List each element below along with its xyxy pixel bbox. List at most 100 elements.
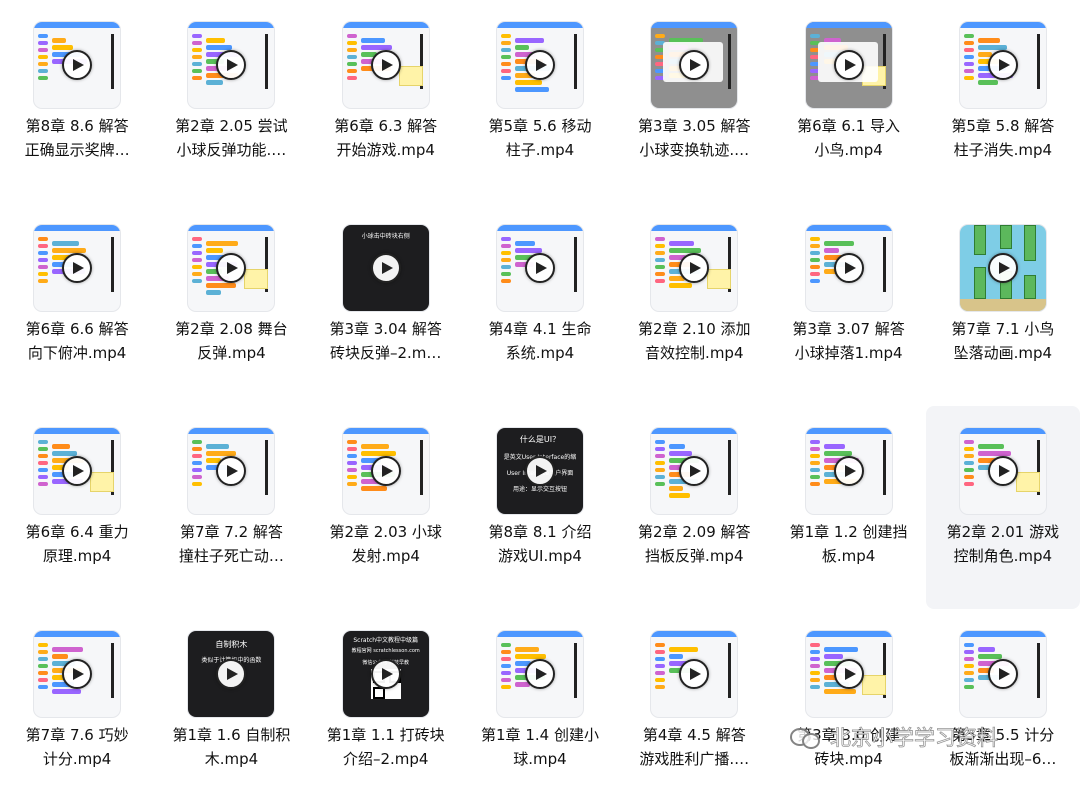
play-icon[interactable] <box>833 456 864 486</box>
video-thumbnail[interactable] <box>651 225 738 311</box>
stage-divider <box>265 440 269 495</box>
video-item[interactable]: 什么是UI？是英文User Interface的缩User Interface用… <box>463 406 617 609</box>
play-icon[interactable] <box>370 456 401 486</box>
play-icon[interactable] <box>62 659 93 689</box>
video-title: 第3章 3.05 解答 小球变换轨迹.… <box>624 114 764 162</box>
play-icon[interactable] <box>216 50 247 80</box>
play-icon[interactable] <box>679 253 710 283</box>
play-icon[interactable] <box>370 253 401 283</box>
video-thumbnail[interactable] <box>496 22 583 108</box>
video-item[interactable]: 第5章 5.5 计分 板渐渐出现–6… <box>926 609 1080 812</box>
video-item[interactable]: 第3章 3.0 创建 砖块.mp4 <box>771 609 925 812</box>
video-thumbnail[interactable] <box>959 22 1046 108</box>
play-icon[interactable] <box>679 456 710 486</box>
video-item[interactable]: 第1章 1.2 创建挡 板.mp4 <box>771 406 925 609</box>
video-thumbnail[interactable] <box>959 428 1046 514</box>
editor-menubar <box>651 428 738 434</box>
video-item[interactable]: 第7章 7.6 巧妙 计分.mp4 <box>0 609 154 812</box>
video-item[interactable]: 第2章 2.10 添加 音效控制.mp4 <box>617 203 771 406</box>
video-thumbnail[interactable]: 自制积木类似于计算机中的函数 <box>188 631 275 717</box>
video-thumbnail[interactable] <box>805 631 892 717</box>
play-icon[interactable] <box>370 50 401 80</box>
video-item[interactable]: 小球击中砖块右侧 第3章 3.04 解答 砖块反弹–2.m… <box>309 203 463 406</box>
video-title-line: 原理.mp4 <box>42 547 112 565</box>
video-item[interactable]: 第6章 6.4 重力 原理.mp4 <box>0 406 154 609</box>
pipe <box>973 225 986 255</box>
video-thumbnail[interactable] <box>188 22 275 108</box>
video-thumbnail[interactable] <box>496 631 583 717</box>
video-thumbnail[interactable] <box>959 225 1046 311</box>
play-icon[interactable] <box>524 456 555 486</box>
play-icon[interactable] <box>62 50 93 80</box>
comment-note <box>244 269 269 289</box>
video-item[interactable]: 第2章 2.09 解答 挡板反弹.mp4 <box>617 406 771 609</box>
video-thumbnail[interactable]: 小球击中砖块右侧 <box>342 225 429 311</box>
video-item[interactable]: 第2章 2.05 尝试 小球反弹功能.… <box>154 0 308 203</box>
play-icon[interactable] <box>833 659 864 689</box>
video-thumbnail[interactable]: Scratch中文教程中级篇教程官网 scratchlesson.com微信公众… <box>342 631 429 717</box>
play-icon[interactable] <box>62 253 93 283</box>
video-thumbnail[interactable] <box>959 631 1046 717</box>
video-thumbnail[interactable] <box>188 428 275 514</box>
video-title: 第7章 7.2 解答 撞柱子死亡动… <box>161 520 301 568</box>
video-title: 第2章 2.09 解答 挡板反弹.mp4 <box>624 520 764 568</box>
video-thumbnail[interactable] <box>651 428 738 514</box>
video-item[interactable]: 第7章 7.2 解答 撞柱子死亡动… <box>154 406 308 609</box>
video-thumbnail[interactable] <box>805 22 892 108</box>
video-title-line: 第6章 6.6 解答 <box>25 320 129 338</box>
video-item[interactable]: 第5章 5.8 解答 柱子消失.mp4 <box>926 0 1080 203</box>
video-item[interactable]: 第6章 6.1 导入 小鸟.mp4 <box>771 0 925 203</box>
video-thumbnail[interactable] <box>34 631 121 717</box>
video-thumbnail[interactable] <box>342 22 429 108</box>
video-thumbnail[interactable] <box>496 225 583 311</box>
video-item[interactable]: 第3章 3.05 解答 小球变换轨迹.… <box>617 0 771 203</box>
play-icon[interactable] <box>216 253 247 283</box>
video-item[interactable]: 第7章 7.1 小鸟 坠落动画.mp4 <box>926 203 1080 406</box>
video-item[interactable]: 第2章 2.08 舞台 反弹.mp4 <box>154 203 308 406</box>
video-thumbnail[interactable] <box>342 428 429 514</box>
play-icon[interactable] <box>987 50 1018 80</box>
play-icon[interactable] <box>833 253 864 283</box>
play-icon[interactable] <box>524 253 555 283</box>
play-icon[interactable] <box>62 456 93 486</box>
video-item[interactable]: 第5章 5.6 移动 柱子.mp4 <box>463 0 617 203</box>
editor-menubar <box>34 22 121 28</box>
video-thumbnail[interactable] <box>34 428 121 514</box>
play-icon[interactable] <box>833 50 864 80</box>
play-icon[interactable] <box>524 659 555 689</box>
play-icon[interactable] <box>987 456 1018 486</box>
video-item[interactable]: Scratch中文教程中级篇教程官网 scratchlesson.com微信公众… <box>309 609 463 812</box>
video-thumbnail[interactable] <box>651 631 738 717</box>
video-title-line: 第2章 2.03 小球 <box>329 523 442 541</box>
video-item[interactable]: 第6章 6.3 解答 开始游戏.mp4 <box>309 0 463 203</box>
video-item[interactable]: 第8章 8.6 解答 正确显示奖牌… <box>0 0 154 203</box>
video-item[interactable]: 第2章 2.01 游戏 控制角色.mp4 <box>925 406 1080 609</box>
video-item[interactable]: 第1章 1.4 创建小 球.mp4 <box>463 609 617 812</box>
video-thumbnail[interactable]: 什么是UI？是英文User Interface的缩User Interface用… <box>496 428 583 514</box>
play-icon[interactable] <box>216 456 247 486</box>
video-thumbnail[interactable] <box>34 225 121 311</box>
video-thumbnail[interactable] <box>805 428 892 514</box>
video-title: 第2章 2.08 舞台 反弹.mp4 <box>161 317 301 365</box>
play-icon[interactable] <box>524 50 555 80</box>
editor-menubar <box>651 225 738 231</box>
editor-menubar <box>34 631 121 637</box>
video-item[interactable]: 第4章 4.1 生命 系统.mp4 <box>463 203 617 406</box>
video-item[interactable]: 第4章 4.5 解答 游戏胜利广播.… <box>617 609 771 812</box>
play-icon[interactable] <box>216 659 247 689</box>
video-thumbnail[interactable] <box>188 225 275 311</box>
play-icon[interactable] <box>987 253 1018 283</box>
video-item[interactable]: 第3章 3.07 解答 小球掉落1.mp4 <box>771 203 925 406</box>
video-title: 第8章 8.6 解答 正确显示奖牌… <box>7 114 147 162</box>
play-icon[interactable] <box>679 659 710 689</box>
video-item[interactable]: 第2章 2.03 小球 发射.mp4 <box>309 406 463 609</box>
video-item[interactable]: 自制积木类似于计算机中的函数第1章 1.6 自制积木.mp4 <box>154 609 308 812</box>
video-thumbnail[interactable] <box>651 22 738 108</box>
play-icon[interactable] <box>987 659 1018 689</box>
video-thumbnail[interactable] <box>34 22 121 108</box>
video-thumbnail[interactable] <box>805 225 892 311</box>
video-title-line: 柱子消失.mp4 <box>953 141 1053 159</box>
video-item[interactable]: 第6章 6.6 解答 向下俯冲.mp4 <box>0 203 154 406</box>
block-palette <box>346 34 359 83</box>
play-icon[interactable] <box>370 659 401 689</box>
